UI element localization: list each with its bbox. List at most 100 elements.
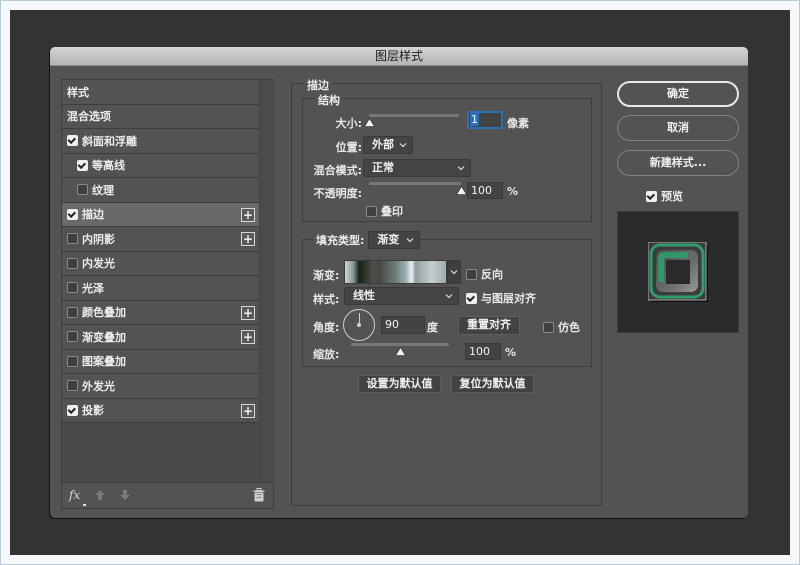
fill-type-select[interactable]: 渐变: [368, 231, 421, 249]
style-preview: [617, 211, 739, 333]
style-list-item[interactable]: 混合选项: [62, 104, 259, 129]
style-enable-checkbox[interactable]: [77, 184, 88, 196]
style-list-item-label: 样式: [67, 85, 89, 99]
style-list: 样式 混合选项 斜面和浮雕 等高线 纹理 描边 + 内阴影 + 内发光 光泽 颜色叠加 + 渐变叠加 + 图案…: [62, 80, 259, 423]
size-slider-thumb[interactable]: [363, 118, 375, 127]
move-up-icon[interactable]: [94, 489, 106, 501]
style-enable-checkbox[interactable]: [67, 257, 78, 269]
style-list-item[interactable]: 投影 +: [62, 398, 259, 423]
blend-mode-value: 正常: [372, 161, 394, 174]
style-list-item-label: 图案叠加: [82, 355, 126, 369]
style-enable-checkbox[interactable]: [67, 306, 78, 318]
scale-input[interactable]: 100: [465, 343, 501, 360]
style-enable-checkbox[interactable]: [67, 135, 78, 147]
dialog-title: 图层样式: [50, 47, 748, 66]
size-slider-track[interactable]: [369, 114, 459, 117]
structure-title: 结构: [315, 92, 343, 108]
size-input[interactable]: 1: [467, 111, 503, 129]
add-effect-instance-icon[interactable]: +: [241, 403, 255, 418]
opacity-slider-thumb[interactable]: [455, 186, 467, 195]
fill-group: 填充类型: 渐变 渐变: 反向 样式: 线性 与图层对齐 角度: 90 度 重置…: [302, 230, 592, 367]
scale-slider-thumb[interactable]: [394, 347, 406, 356]
preview-checkbox[interactable]: 预览: [646, 188, 683, 204]
fx-icon[interactable]: fx: [69, 488, 87, 506]
position-label: 位置:: [335, 141, 362, 154]
style-list-item[interactable]: 斜面和浮雕: [62, 129, 259, 154]
style-list-item[interactable]: 颜色叠加 +: [62, 300, 259, 325]
style-list-item-label: 外发光: [82, 379, 115, 393]
scale-label: 缩放:: [313, 348, 340, 361]
style-enable-checkbox[interactable]: [67, 282, 78, 294]
position-select[interactable]: 外部: [363, 136, 413, 154]
cancel-button[interactable]: 取消: [617, 115, 739, 141]
chevron-down-icon: [399, 143, 407, 148]
style-list-item-label: 内阴影: [82, 232, 115, 246]
add-effect-instance-icon[interactable]: +: [241, 330, 255, 344]
add-effect-instance-icon[interactable]: +: [241, 207, 255, 222]
preview-checkbox-box[interactable]: [646, 190, 657, 202]
style-list-item[interactable]: 外发光: [62, 374, 259, 399]
angle-label: 角度:: [313, 321, 340, 334]
gradient-style-select[interactable]: 线性: [344, 287, 459, 305]
gradient-style-value: 线性: [353, 289, 375, 302]
blend-mode-select[interactable]: 正常: [363, 159, 471, 177]
opacity-slider-track[interactable]: [369, 182, 461, 185]
angle-dial[interactable]: [343, 309, 375, 341]
style-list-item-label: 投影: [82, 404, 104, 418]
position-value: 外部: [372, 138, 394, 151]
style-enable-checkbox[interactable]: [67, 404, 78, 416]
scale-unit: %: [505, 346, 517, 359]
ok-button[interactable]: 确定: [617, 81, 739, 107]
style-enable-checkbox[interactable]: [67, 208, 78, 220]
style-list-item[interactable]: 内阴影 +: [62, 227, 259, 252]
style-list-scrollbar[interactable]: [259, 80, 274, 482]
gradient-swatch[interactable]: [344, 260, 447, 284]
dither-label: 仿色: [558, 321, 580, 334]
style-enable-checkbox[interactable]: [67, 380, 78, 392]
dither-checkbox-box[interactable]: [543, 321, 554, 333]
scale-slider-track[interactable]: [351, 343, 449, 346]
reset-to-default-button[interactable]: 复位为默认值: [451, 375, 534, 393]
style-list-item[interactable]: 光泽: [62, 276, 259, 301]
align-with-layer-checkbox-box[interactable]: [466, 292, 477, 304]
stroke-section-title: 描边: [304, 77, 332, 93]
chevron-down-icon: [457, 166, 465, 171]
new-style-button[interactable]: 新建样式...: [617, 150, 739, 176]
dither-checkbox[interactable]: 仿色: [543, 319, 580, 335]
add-effect-instance-icon[interactable]: +: [241, 305, 255, 320]
style-enable-checkbox[interactable]: [67, 331, 78, 343]
style-list-item[interactable]: 纹理: [62, 178, 259, 203]
style-enable-checkbox[interactable]: [67, 233, 78, 245]
add-effect-instance-icon[interactable]: +: [241, 232, 255, 246]
reset-alignment-button[interactable]: 重置对齐: [458, 316, 520, 335]
gradient-label: 渐变:: [313, 269, 340, 282]
style-enable-checkbox[interactable]: [77, 159, 88, 171]
align-with-layer-checkbox[interactable]: 与图层对齐: [466, 290, 536, 306]
style-list-item[interactable]: 样式: [62, 80, 259, 105]
make-default-button[interactable]: 设置为默认值: [358, 375, 441, 393]
overprint-checkbox-box[interactable]: [366, 205, 377, 217]
style-list-footer: fx: [62, 482, 273, 508]
reverse-checkbox[interactable]: 反向: [466, 266, 503, 282]
style-list-item-label: 光泽: [82, 281, 104, 295]
chevron-down-icon: [445, 294, 453, 299]
style-list-item[interactable]: 内发光: [62, 251, 259, 276]
move-down-icon[interactable]: [119, 489, 131, 501]
style-list-item[interactable]: 等高线: [62, 153, 259, 178]
overprint-checkbox[interactable]: 叠印: [366, 203, 403, 219]
style-list-item-label: 颜色叠加: [82, 306, 126, 320]
preview-label: 预览: [661, 190, 683, 203]
overprint-label: 叠印: [381, 205, 403, 218]
blend-mode-label: 混合模式:: [313, 164, 362, 177]
style-list-item[interactable]: 图案叠加: [62, 349, 259, 374]
style-list-item[interactable]: 渐变叠加 +: [62, 325, 259, 350]
style-list-item-label: 纹理: [92, 183, 114, 197]
trash-icon[interactable]: [253, 488, 265, 502]
style-list-item[interactable]: 描边 +: [62, 202, 259, 227]
angle-input[interactable]: 90: [381, 316, 425, 334]
reverse-checkbox-box[interactable]: [466, 268, 477, 280]
gradient-dropdown-button[interactable]: [447, 260, 461, 284]
opacity-input[interactable]: 100: [467, 182, 503, 199]
style-enable-checkbox[interactable]: [67, 355, 78, 367]
opacity-unit: %: [507, 185, 519, 198]
